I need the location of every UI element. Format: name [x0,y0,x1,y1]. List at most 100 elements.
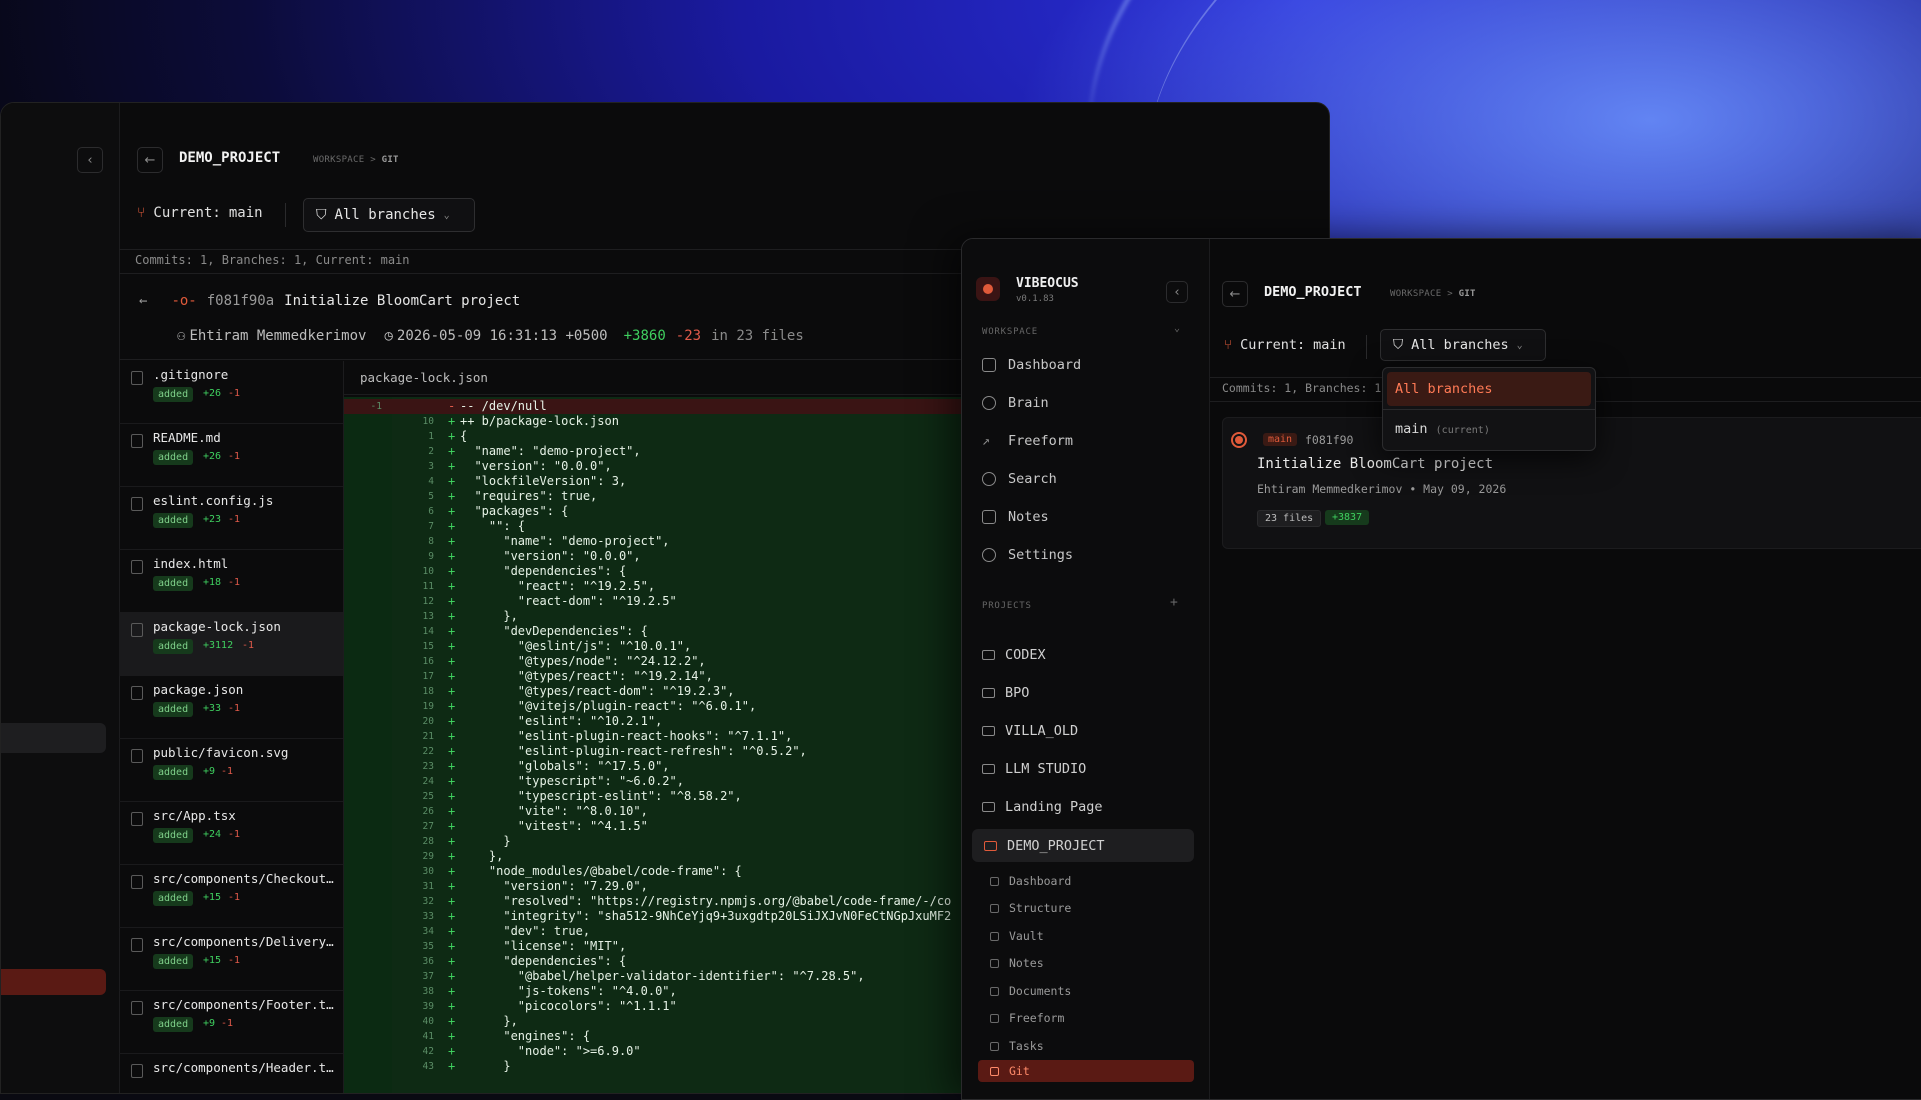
project-sub-notes[interactable]: Notes [990,956,1044,970]
clock-icon: ◷ [384,328,393,344]
diff-sign: + [448,984,456,998]
chevron-down-icon[interactable]: ⌄ [1174,323,1180,334]
new-line-number: 39 [422,1001,434,1012]
commit-title: Initialize BloomCart project [284,293,521,309]
sidebar-item-selected[interactable] [1,723,106,753]
new-line-number: 34 [422,926,434,937]
sidebar-item-dashboard[interactable]: Dashboard [982,357,1081,373]
changed-file-item[interactable]: index.html added +18 -1 [119,550,343,613]
file-additions: +9 [203,766,216,777]
changed-file-item[interactable]: src/components/Footer.t… added +9 -1 [119,991,343,1054]
new-line-number: 35 [422,941,434,952]
new-line-number: 30 [422,866,434,877]
branch-filter-button[interactable]: ⛉ All branches ⌄ [303,198,475,232]
diff-sign: + [448,609,456,623]
status-badge: added [153,576,194,591]
diff-text: } [460,1059,511,1073]
project-sub-freeform[interactable]: Freeform [990,1011,1064,1025]
project-item-bpo[interactable]: BPO [982,685,1029,701]
new-line-number: 24 [422,776,434,787]
diff-text: "@vitejs/plugin-react": "^6.0.1", [460,699,757,713]
branch-filter-button[interactable]: ⛉ All branches ⌄ [1380,329,1546,361]
dropdown-option-main[interactable]: main (current) [1387,412,1591,446]
diff-sign: + [448,1044,456,1058]
project-sub-documents[interactable]: Documents [990,984,1071,998]
collapse-sidebar-icon[interactable]: ‹ [1166,281,1188,303]
new-line-number: 23 [422,761,434,772]
sidebar-item-notes[interactable]: Notes [982,509,1049,525]
chevron-left-icon[interactable]: ‹ [77,147,103,173]
diff-sign: + [448,819,456,833]
diff-text: } [460,834,511,848]
diff-sign: + [448,804,456,818]
divider [1383,409,1595,410]
new-line-number: 21 [422,731,434,742]
branch-dropdown-menu: All branches main (current) [1382,367,1596,451]
page-title: DEMO_PROJECT [1264,284,1362,300]
sidebar-item-git-active[interactable] [1,969,106,995]
sidebar-item-search[interactable]: Search [982,471,1057,487]
project-sub-structure[interactable]: Structure [990,901,1071,915]
diff-text: }, [460,1014,518,1028]
current-branch: ⑂ Current: main [137,205,263,221]
file-deletions: -1 [242,640,255,651]
file-deletions: -1 [228,829,241,840]
changed-file-item[interactable]: eslint.config.js added +23 -1 [119,487,343,550]
new-line-number: 31 [422,881,434,892]
diff-text: "react": "^19.2.5", [460,579,656,593]
repo-stats: Commits: 1, Branches: 1, Current: main [135,253,410,267]
diff-sign: + [448,534,456,548]
diff-text: "@eslint/js": "^10.0.1", [460,639,692,653]
file-name: package.json [153,682,244,697]
checkbox-icon [990,1041,999,1051]
dropdown-option-all-branches[interactable]: All branches [1387,372,1591,406]
diff-text: "eslint-plugin-react-refresh": "^0.5.2", [460,744,807,758]
changed-file-item[interactable]: .gitignore added +26 -1 [119,361,343,424]
status-badge: added [153,1017,194,1032]
breadcrumb: WORKSPACE > GIT [313,155,399,165]
back-arrow-icon[interactable]: ← [139,293,147,309]
status-badge: added [153,639,194,654]
project-item-landing-page[interactable]: Landing Page [982,799,1103,815]
vault-icon [990,931,999,941]
new-line-number: 28 [422,836,434,847]
file-additions: +26 [203,451,222,462]
project-item-villa-old[interactable]: VILLA_OLD [982,723,1078,739]
pen-icon: ↗ [982,433,991,449]
commit-meta: ⚇ Ehtiram Memmedkerimov ◷ 2026-05-09 16:… [177,328,804,344]
changed-file-item[interactable]: README.md added +26 -1 [119,424,343,487]
file-additions: +3112 [203,640,234,651]
project-item-demo-project[interactable]: DEMO_PROJECT [972,829,1194,862]
project-item-llm-studio[interactable]: LLM STUDIO [982,761,1086,777]
page-title: DEMO_PROJECT [179,150,281,166]
app-name: VIBEOCUS [1016,276,1079,291]
sidebar-item-settings[interactable]: Settings [982,547,1073,563]
changed-file-item[interactable]: src/components/Delivery… added +15 -1 [119,928,343,991]
diff-text: "typescript": "~6.0.2", [460,774,684,788]
changed-file-item[interactable]: src/App.tsx added +24 -1 [119,802,343,865]
sidebar-item-freeform[interactable]: ↗ Freeform [982,433,1073,449]
back-arrow-icon[interactable]: ← [137,147,163,173]
changed-file-item[interactable]: public/favicon.svg added +9 -1 [119,739,343,802]
diff-text: "version": "0.0.0", [460,459,612,473]
file-icon [131,560,143,574]
sidebar-item-brain[interactable]: Brain [982,395,1049,411]
diff-text: "@babel/helper-validator-identifier": "^… [460,969,865,983]
project-sub-tasks[interactable]: Tasks [990,1039,1044,1053]
changed-file-item[interactable]: package.json added +33 -1 [119,676,343,739]
changed-file-item[interactable]: src/components/Checkout… added +15 -1 [119,865,343,928]
back-arrow-icon[interactable]: ← [1222,281,1248,307]
project-item-codex[interactable]: CODEX [982,647,1046,663]
commit-files-count: in 23 files [711,328,804,344]
changed-file-item[interactable]: package-lock.json added +3112 -1 [119,613,343,676]
new-line-number: 9 [428,551,434,562]
sidebar: VIBEOCUS v0.1.83 ‹ WORKSPACE ⌄ Dashboard… [962,239,1210,1099]
project-sub-git[interactable]: Git [978,1060,1194,1082]
add-project-icon[interactable]: + [1170,595,1178,610]
project-sub-vault[interactable]: Vault [990,929,1044,943]
changed-file-item[interactable]: src/components/Header.t… [119,1054,343,1093]
new-line-number: 12 [422,596,434,607]
divider [285,203,286,227]
project-sub-dashboard[interactable]: Dashboard [990,874,1071,888]
status-badge: added [153,450,194,465]
